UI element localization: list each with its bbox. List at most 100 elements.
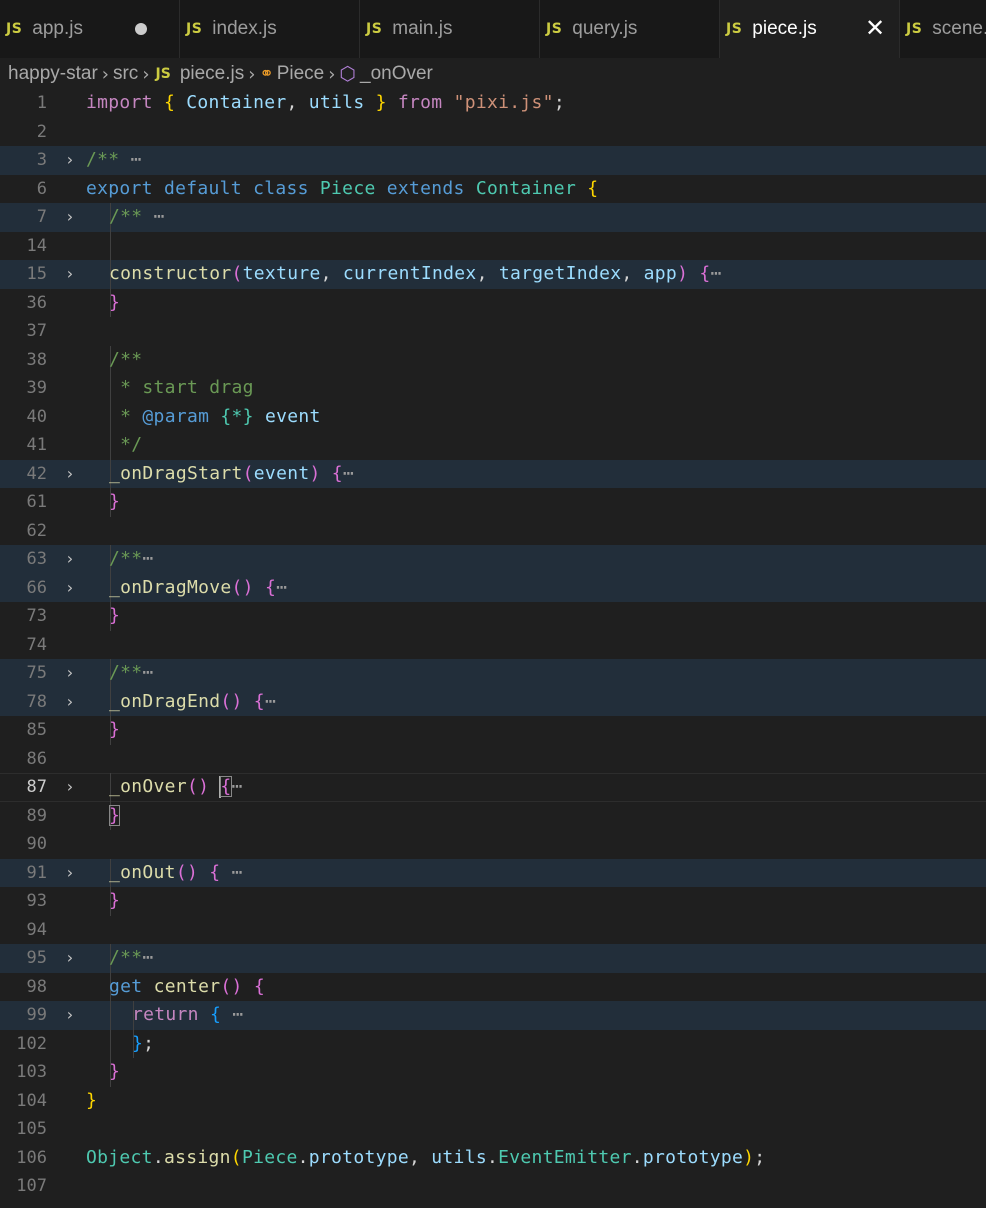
code-line[interactable]: 78 › _onDragEnd() {⋯ — [0, 687, 986, 717]
code-line[interactable]: 99 › return { ⋯ — [0, 1001, 986, 1030]
line-number[interactable]: 37 — [0, 317, 47, 346]
breadcrumb-project[interactable]: happy-star — [8, 63, 98, 85]
line-number[interactable]: 61 — [0, 488, 47, 517]
line-number[interactable]: 95 — [0, 944, 47, 973]
folded-ellipsis[interactable]: ⋯ — [276, 577, 287, 598]
line-number[interactable]: 63 — [0, 545, 47, 574]
folded-ellipsis[interactable]: ⋯ — [232, 776, 243, 797]
line-number[interactable]: 103 — [0, 1058, 47, 1087]
code-line[interactable]: 62 — [0, 517, 986, 546]
code-line[interactable]: 73} — [0, 602, 986, 631]
line-number[interactable]: 38 — [0, 346, 47, 375]
code-line[interactable]: 93} — [0, 887, 986, 916]
code-text[interactable]: } — [109, 488, 120, 517]
close-icon[interactable]: ✕ — [865, 13, 885, 43]
fold-chevron-icon[interactable]: › — [62, 260, 78, 289]
line-number[interactable]: 98 — [0, 973, 47, 1002]
line-number[interactable]: 36 — [0, 289, 47, 318]
code-line[interactable]: 36} — [0, 288, 986, 318]
line-number[interactable]: 86 — [0, 745, 47, 774]
code-line[interactable]: 66 › _onDragMove() {⋯ — [0, 573, 986, 603]
code-line[interactable]: 42 › _onDragStart(event) {⋯ — [0, 459, 986, 489]
code-text[interactable]: /** ⋯ — [109, 203, 165, 232]
tab-piece-js[interactable]: JS piece.js ✕ — [720, 0, 900, 58]
line-number[interactable]: 85 — [0, 716, 47, 745]
code-line[interactable]: 105 — [0, 1115, 986, 1144]
fold-chevron-icon[interactable]: › — [62, 203, 78, 232]
line-number[interactable]: 73 — [0, 602, 47, 631]
code-text[interactable]: constructor(texture, currentIndex, targe… — [109, 260, 722, 289]
code-line[interactable]: 37 — [0, 317, 986, 346]
tab-query-js[interactable]: JS query.js — [540, 0, 720, 58]
fold-chevron-icon[interactable]: › — [62, 460, 78, 489]
code-text[interactable]: */ — [109, 431, 142, 460]
code-text[interactable]: _onDragMove() {⋯ — [109, 574, 287, 603]
code-text[interactable]: } — [109, 887, 120, 916]
line-number[interactable]: 99 — [0, 1001, 47, 1030]
code-text[interactable]: } — [109, 1058, 120, 1087]
code-text[interactable]: import { Container, utils } from "pixi.j… — [86, 89, 565, 118]
code-text[interactable]: }; — [132, 1030, 154, 1059]
code-line[interactable]: 61} — [0, 488, 986, 517]
fold-chevron-icon[interactable]: › — [62, 574, 78, 603]
code-line[interactable]: 6 export default class Piece extends Cont… — [0, 175, 986, 204]
line-number[interactable]: 93 — [0, 887, 47, 916]
code-line[interactable]: 2 — [0, 118, 986, 147]
fold-chevron-icon[interactable]: › — [62, 688, 78, 717]
code-line[interactable]: 39 * start drag — [0, 374, 986, 403]
fold-chevron-icon[interactable]: › — [62, 859, 78, 888]
folded-ellipsis[interactable]: ⋯ — [142, 662, 153, 683]
code-area[interactable]: 1 import { Container, utils } from "pixi.… — [0, 89, 986, 1201]
code-text[interactable]: * @param {*} event — [109, 403, 321, 432]
code-line[interactable]: 103} — [0, 1058, 986, 1087]
code-line[interactable]: 1 import { Container, utils } from "pixi.… — [0, 89, 986, 118]
line-number[interactable]: 107 — [0, 1172, 47, 1201]
code-line[interactable]: 107 — [0, 1172, 986, 1201]
folded-ellipsis[interactable]: ⋯ — [221, 1004, 243, 1025]
line-number[interactable]: 74 — [0, 631, 47, 660]
code-text[interactable]: _onOut() { ⋯ — [109, 859, 243, 888]
line-number[interactable]: 66 — [0, 574, 47, 603]
breadcrumb-class[interactable]: Piece — [277, 63, 325, 85]
unsaved-dot-icon[interactable] — [135, 23, 147, 35]
folded-ellipsis[interactable]: ⋯ — [142, 947, 153, 968]
code-line[interactable]: 104} — [0, 1087, 986, 1116]
line-number[interactable]: 90 — [0, 830, 47, 859]
code-line[interactable]: 15 › constructor(texture, currentIndex, ta… — [0, 260, 986, 289]
line-number[interactable]: 2 — [0, 118, 47, 147]
line-number[interactable]: 39 — [0, 374, 47, 403]
tab-index-js[interactable]: JS index.js — [180, 0, 360, 58]
code-text[interactable]: } — [109, 289, 120, 318]
code-text[interactable]: /** — [109, 346, 142, 375]
line-number[interactable]: 14 — [0, 232, 47, 261]
code-text[interactable]: } — [109, 716, 120, 745]
line-number[interactable]: 78 — [0, 688, 47, 717]
code-text[interactable]: return { ⋯ — [132, 1001, 243, 1030]
line-number[interactable]: 42 — [0, 460, 47, 489]
code-text[interactable]: /**⋯ — [109, 545, 154, 574]
line-number[interactable]: 102 — [0, 1030, 47, 1059]
breadcrumb-folder[interactable]: src — [113, 63, 138, 85]
code-line[interactable]: 38 /** — [0, 345, 986, 375]
line-number[interactable]: 1 — [0, 89, 47, 118]
line-number[interactable]: 91 — [0, 859, 47, 888]
fold-chevron-icon[interactable]: › — [62, 659, 78, 688]
code-line[interactable]: 63 › /**⋯ — [0, 545, 986, 574]
line-number[interactable]: 40 — [0, 403, 47, 432]
code-line[interactable]: 87 › _onOver() {⋯ — [0, 773, 986, 802]
code-text[interactable]: export default class Piece extends Conta… — [86, 175, 598, 204]
line-number[interactable]: 6 — [0, 175, 47, 204]
folded-ellipsis[interactable]: ⋯ — [119, 149, 142, 170]
line-number[interactable]: 3 — [0, 146, 47, 175]
line-number[interactable]: 94 — [0, 916, 47, 945]
code-line[interactable]: 7 › /** ⋯ — [0, 203, 986, 232]
line-number[interactable]: 89 — [0, 802, 47, 831]
code-text[interactable]: _onDragStart(event) {⋯ — [109, 460, 354, 489]
folded-ellipsis[interactable]: ⋯ — [142, 548, 153, 569]
tab-main-js[interactable]: JS main.js — [360, 0, 540, 58]
fold-chevron-icon[interactable]: › — [62, 1001, 78, 1030]
fold-chevron-icon[interactable]: › — [62, 545, 78, 574]
code-text[interactable]: _onOver() {⋯ — [109, 773, 243, 802]
code-line[interactable]: 95 › /**⋯ — [0, 944, 986, 973]
code-text[interactable]: * start drag — [109, 374, 254, 403]
